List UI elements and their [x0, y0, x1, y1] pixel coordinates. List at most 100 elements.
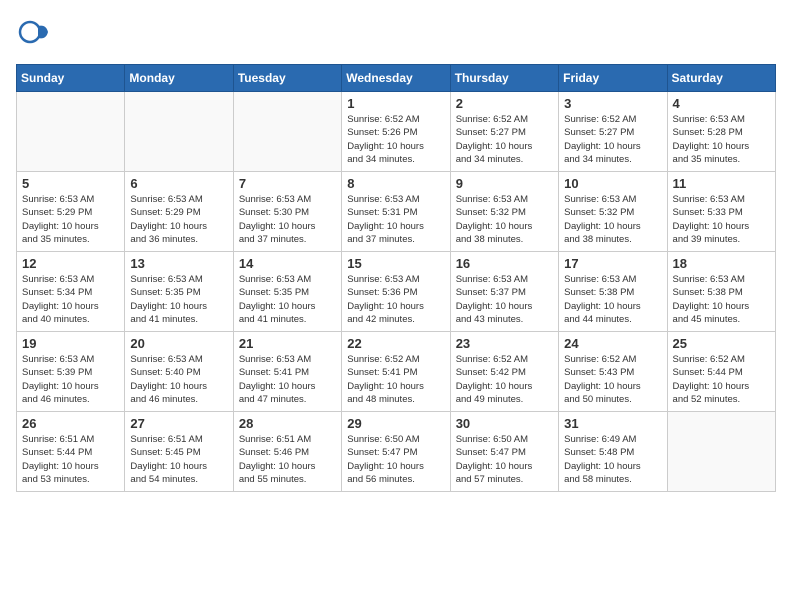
day-info: Sunrise: 6:53 AM Sunset: 5:28 PM Dayligh… [673, 113, 770, 166]
day-info: Sunrise: 6:53 AM Sunset: 5:41 PM Dayligh… [239, 353, 336, 406]
calendar-cell: 6 Sunrise: 6:53 AM Sunset: 5:29 PM Daylig… [125, 172, 233, 252]
day-number: 9 [456, 176, 553, 191]
weekday-header: Wednesday [342, 65, 450, 92]
calendar-week-row: 5 Sunrise: 6:53 AM Sunset: 5:29 PM Daylig… [17, 172, 776, 252]
calendar-cell: 22 Sunrise: 6:52 AM Sunset: 5:41 PM Dayli… [342, 332, 450, 412]
day-number: 7 [239, 176, 336, 191]
calendar-cell: 23Sunrise: 6:52 AM Sunset: 5:42 PM Dayli… [450, 332, 558, 412]
day-info: Sunrise: 6:52 AM Sunset: 5:43 PM Dayligh… [564, 353, 661, 406]
day-number: 29 [347, 416, 444, 431]
calendar-cell: 21 Sunrise: 6:53 AM Sunset: 5:41 PM Dayli… [233, 332, 341, 412]
day-number: 27 [130, 416, 227, 431]
day-info: Sunrise: 6:53 AM Sunset: 5:29 PM Dayligh… [130, 193, 227, 246]
calendar-week-row: 19 Sunrise: 6:53 AM Sunset: 5:39 PM Dayli… [17, 332, 776, 412]
day-number: 11 [673, 176, 770, 191]
day-info: Sunrise: 6:52 AM Sunset: 5:27 PM Dayligh… [456, 113, 553, 166]
weekday-header: Sunday [17, 65, 125, 92]
logo-icon [16, 16, 52, 52]
calendar-cell: 17 Sunrise: 6:53 AM Sunset: 5:38 PM Dayli… [559, 252, 667, 332]
day-info: Sunrise: 6:53 AM Sunset: 5:29 PM Dayligh… [22, 193, 119, 246]
day-number: 28 [239, 416, 336, 431]
calendar-cell: 25 Sunrise: 6:52 AM Sunset: 5:44 PM Dayli… [667, 332, 775, 412]
calendar-cell: 12 Sunrise: 6:53 AM Sunset: 5:34 PM Dayli… [17, 252, 125, 332]
day-info: Sunrise: 6:53 AM Sunset: 5:36 PM Dayligh… [347, 273, 444, 326]
calendar-cell: 11 Sunrise: 6:53 AM Sunset: 5:33 PM Dayli… [667, 172, 775, 252]
day-info: Sunrise: 6:53 AM Sunset: 5:39 PM Dayligh… [22, 353, 119, 406]
day-number: 14 [239, 256, 336, 271]
day-number: 15 [347, 256, 444, 271]
day-info: Sunrise: 6:53 AM Sunset: 5:40 PM Dayligh… [130, 353, 227, 406]
day-number: 25 [673, 336, 770, 351]
day-number: 8 [347, 176, 444, 191]
calendar-cell: 4 Sunrise: 6:53 AM Sunset: 5:28 PM Daylig… [667, 92, 775, 172]
day-number: 3 [564, 96, 661, 111]
day-number: 4 [673, 96, 770, 111]
day-info: Sunrise: 6:53 AM Sunset: 5:31 PM Dayligh… [347, 193, 444, 246]
day-number: 21 [239, 336, 336, 351]
calendar-cell [667, 412, 775, 492]
page-header [16, 16, 776, 52]
calendar-cell [17, 92, 125, 172]
calendar-cell: 30 Sunrise: 6:50 AM Sunset: 5:47 PM Dayli… [450, 412, 558, 492]
calendar-cell: 31Sunrise: 6:49 AM Sunset: 5:48 PM Dayli… [559, 412, 667, 492]
day-info: Sunrise: 6:50 AM Sunset: 5:47 PM Dayligh… [456, 433, 553, 486]
calendar-cell: 9 Sunrise: 6:53 AM Sunset: 5:32 PM Daylig… [450, 172, 558, 252]
weekday-header: Monday [125, 65, 233, 92]
calendar-table: SundayMondayTuesdayWednesdayThursdayFrid… [16, 64, 776, 492]
day-info: Sunrise: 6:52 AM Sunset: 5:41 PM Dayligh… [347, 353, 444, 406]
day-info: Sunrise: 6:49 AM Sunset: 5:48 PM Dayligh… [564, 433, 661, 486]
day-number: 30 [456, 416, 553, 431]
calendar-cell: 27 Sunrise: 6:51 AM Sunset: 5:45 PM Dayli… [125, 412, 233, 492]
day-number: 10 [564, 176, 661, 191]
day-number: 22 [347, 336, 444, 351]
logo [16, 16, 58, 52]
weekday-header: Saturday [667, 65, 775, 92]
calendar-cell: 19 Sunrise: 6:53 AM Sunset: 5:39 PM Dayli… [17, 332, 125, 412]
day-number: 5 [22, 176, 119, 191]
day-info: Sunrise: 6:53 AM Sunset: 5:33 PM Dayligh… [673, 193, 770, 246]
calendar-cell [233, 92, 341, 172]
calendar-week-row: 1 Sunrise: 6:52 AM Sunset: 5:26 PM Daylig… [17, 92, 776, 172]
day-number: 1 [347, 96, 444, 111]
calendar-cell: 18Sunrise: 6:53 AM Sunset: 5:38 PM Dayli… [667, 252, 775, 332]
calendar-week-row: 26Sunrise: 6:51 AM Sunset: 5:44 PM Dayli… [17, 412, 776, 492]
calendar-cell: 24 Sunrise: 6:52 AM Sunset: 5:43 PM Dayli… [559, 332, 667, 412]
calendar-cell: 20 Sunrise: 6:53 AM Sunset: 5:40 PM Dayli… [125, 332, 233, 412]
day-info: Sunrise: 6:53 AM Sunset: 5:37 PM Dayligh… [456, 273, 553, 326]
calendar-cell: 5 Sunrise: 6:53 AM Sunset: 5:29 PM Daylig… [17, 172, 125, 252]
day-number: 19 [22, 336, 119, 351]
calendar-cell: 15 Sunrise: 6:53 AM Sunset: 5:36 PM Dayli… [342, 252, 450, 332]
day-info: Sunrise: 6:52 AM Sunset: 5:27 PM Dayligh… [564, 113, 661, 166]
day-number: 24 [564, 336, 661, 351]
calendar-cell: 8 Sunrise: 6:53 AM Sunset: 5:31 PM Daylig… [342, 172, 450, 252]
calendar-cell [125, 92, 233, 172]
day-info: Sunrise: 6:53 AM Sunset: 5:34 PM Dayligh… [22, 273, 119, 326]
day-info: Sunrise: 6:52 AM Sunset: 5:44 PM Dayligh… [673, 353, 770, 406]
weekday-header: Friday [559, 65, 667, 92]
day-number: 20 [130, 336, 227, 351]
day-info: Sunrise: 6:50 AM Sunset: 5:47 PM Dayligh… [347, 433, 444, 486]
day-info: Sunrise: 6:53 AM Sunset: 5:30 PM Dayligh… [239, 193, 336, 246]
calendar-week-row: 12 Sunrise: 6:53 AM Sunset: 5:34 PM Dayli… [17, 252, 776, 332]
day-number: 17 [564, 256, 661, 271]
calendar-cell: 2 Sunrise: 6:52 AM Sunset: 5:27 PM Daylig… [450, 92, 558, 172]
weekday-header: Thursday [450, 65, 558, 92]
day-number: 16 [456, 256, 553, 271]
day-info: Sunrise: 6:51 AM Sunset: 5:45 PM Dayligh… [130, 433, 227, 486]
calendar-cell: 28Sunrise: 6:51 AM Sunset: 5:46 PM Dayli… [233, 412, 341, 492]
day-info: Sunrise: 6:53 AM Sunset: 5:32 PM Dayligh… [456, 193, 553, 246]
day-info: Sunrise: 6:52 AM Sunset: 5:26 PM Dayligh… [347, 113, 444, 166]
day-number: 13 [130, 256, 227, 271]
day-number: 12 [22, 256, 119, 271]
calendar-cell: 7 Sunrise: 6:53 AM Sunset: 5:30 PM Daylig… [233, 172, 341, 252]
day-info: Sunrise: 6:53 AM Sunset: 5:38 PM Dayligh… [564, 273, 661, 326]
calendar-cell: 16 Sunrise: 6:53 AM Sunset: 5:37 PM Dayli… [450, 252, 558, 332]
day-number: 26 [22, 416, 119, 431]
day-number: 2 [456, 96, 553, 111]
calendar-cell: 26Sunrise: 6:51 AM Sunset: 5:44 PM Dayli… [17, 412, 125, 492]
day-info: Sunrise: 6:53 AM Sunset: 5:35 PM Dayligh… [130, 273, 227, 326]
calendar-cell: 14Sunrise: 6:53 AM Sunset: 5:35 PM Dayli… [233, 252, 341, 332]
day-info: Sunrise: 6:53 AM Sunset: 5:38 PM Dayligh… [673, 273, 770, 326]
day-number: 6 [130, 176, 227, 191]
calendar-cell: 1 Sunrise: 6:52 AM Sunset: 5:26 PM Daylig… [342, 92, 450, 172]
